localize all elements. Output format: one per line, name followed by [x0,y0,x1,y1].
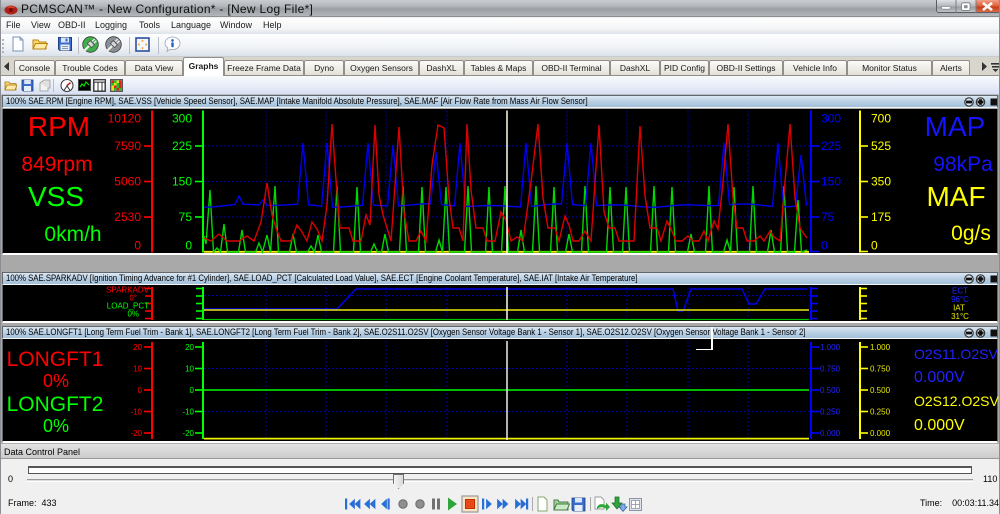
svg-text:0: 0 [871,239,878,253]
svg-text:0.000: 0.000 [820,429,841,438]
svg-text:-10: -10 [130,408,142,417]
svg-text:175: 175 [871,210,891,224]
svg-text:0g/s: 0g/s [951,222,991,245]
svg-text:0.250: 0.250 [820,408,841,417]
svg-text:225: 225 [172,139,192,153]
svg-text:7590: 7590 [114,139,141,153]
svg-text:98kPa: 98kPa [933,153,993,176]
svg-text:225: 225 [821,139,841,153]
svg-text:O2S12.O2SV: O2S12.O2SV [914,393,999,409]
svg-text:MAP: MAP [925,111,986,142]
svg-text:0.500: 0.500 [870,386,891,395]
svg-text:-10: -10 [182,408,194,417]
svg-text:5060: 5060 [114,175,141,189]
svg-text:0: 0 [190,386,195,395]
svg-text:20: 20 [133,343,142,352]
svg-text:0: 0 [185,239,192,253]
svg-text:0: 0 [138,386,143,395]
svg-text:1.000: 1.000 [820,343,841,352]
svg-text:10: 10 [133,365,142,374]
svg-text:0.750: 0.750 [870,365,891,374]
svg-text:0: 0 [821,239,828,253]
svg-text:300: 300 [821,112,841,126]
svg-text:75: 75 [821,210,835,224]
svg-text:350: 350 [871,175,891,189]
svg-text:150: 150 [821,175,841,189]
svg-text:10120: 10120 [108,112,142,126]
svg-text:-20: -20 [182,429,194,438]
svg-text:150: 150 [172,175,192,189]
svg-text:SPARKADV: SPARKADV [106,286,150,295]
svg-text:300: 300 [172,112,192,126]
svg-text:LONGFT1: LONGFT1 [7,348,104,371]
svg-text:849rpm: 849rpm [21,153,92,176]
svg-text:0.250: 0.250 [870,408,891,417]
svg-text:-20: -20 [130,429,142,438]
svg-text:2530: 2530 [114,210,141,224]
svg-text:10: 10 [185,365,194,374]
svg-text:700: 700 [871,112,891,126]
svg-text:0%: 0% [127,310,139,319]
svg-text:0.500: 0.500 [820,386,841,395]
svg-text:0.000: 0.000 [870,429,891,438]
svg-text:525: 525 [871,139,891,153]
svg-text:1.000: 1.000 [870,343,891,352]
svg-text:0%: 0% [43,371,69,391]
svg-text:0.750: 0.750 [820,365,841,374]
svg-text:0.000V: 0.000V [914,369,965,386]
svg-text:0km/h: 0km/h [44,223,101,246]
svg-text:0%: 0% [43,416,69,436]
svg-text:0.000V: 0.000V [914,417,965,434]
svg-text:75: 75 [179,210,193,224]
svg-text:RPM: RPM [28,111,90,142]
svg-text:O2S11.O2SV: O2S11.O2SV [914,346,998,362]
svg-text:MAF: MAF [926,181,985,212]
svg-text:20: 20 [185,343,194,352]
svg-text:0: 0 [134,239,141,253]
svg-text:31°C: 31°C [951,312,969,321]
svg-text:LONGFT2: LONGFT2 [7,393,104,416]
svg-text:VSS: VSS [28,181,84,212]
